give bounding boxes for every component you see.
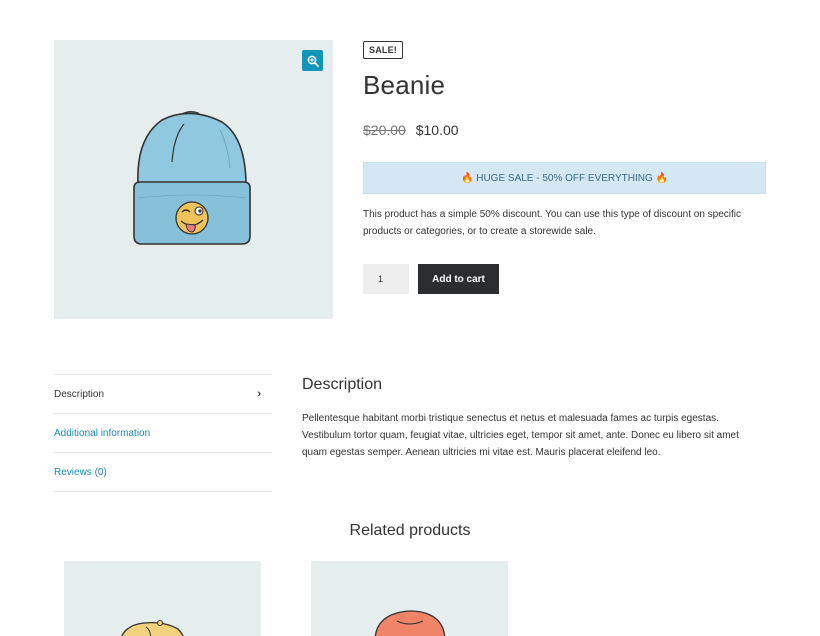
tab-label: Description [54,388,105,400]
add-to-cart-button[interactable]: Add to cart [418,264,499,294]
panel-text: Pellentesque habitant morbi tristique se… [302,413,739,458]
tab-description[interactable]: Description › [54,375,271,414]
regular-price: $20.00 [363,122,406,138]
zoom-button[interactable] [302,50,323,71]
product-price: $20.00 $10.00 [363,122,766,138]
tab-label: Additional information [54,427,151,439]
tab-reviews[interactable]: Reviews (0) [54,453,271,492]
hoodie-illustration [374,610,446,636]
tab-label: Reviews (0) [54,466,107,478]
sale-notice: 🔥 HUGE SALE - 50% OFF EVERYTHING 🔥 [363,162,766,194]
related-product-cap[interactable] [64,561,261,636]
related-products-title: Related products [349,522,471,539]
add-to-cart-form: Add to cart [363,264,766,294]
product-image[interactable] [54,40,333,319]
tab-additional-information[interactable]: Additional information [54,414,271,453]
zoom-in-icon [307,55,319,67]
beanie-illustration [133,111,251,245]
sale-badge: SALE! [363,41,403,59]
chevron-right-icon: › [257,388,261,400]
product-tabs: Description › Additional information Rev… [54,374,271,492]
product-title: Beanie [363,70,446,100]
quantity-input[interactable] [363,264,409,294]
description-panel: Description Pellentesque habitant morbi … [302,374,764,461]
panel-title: Description [302,376,383,393]
related-product-hoodie[interactable] [311,561,508,636]
product-summary: SALE! Beanie $20.00 $10.00 🔥 HUGE SALE -… [363,40,766,294]
short-description: This product has a simple 50% discount. … [363,209,741,237]
cap-illustration [121,620,184,636]
sale-price: $10.00 [415,122,459,138]
